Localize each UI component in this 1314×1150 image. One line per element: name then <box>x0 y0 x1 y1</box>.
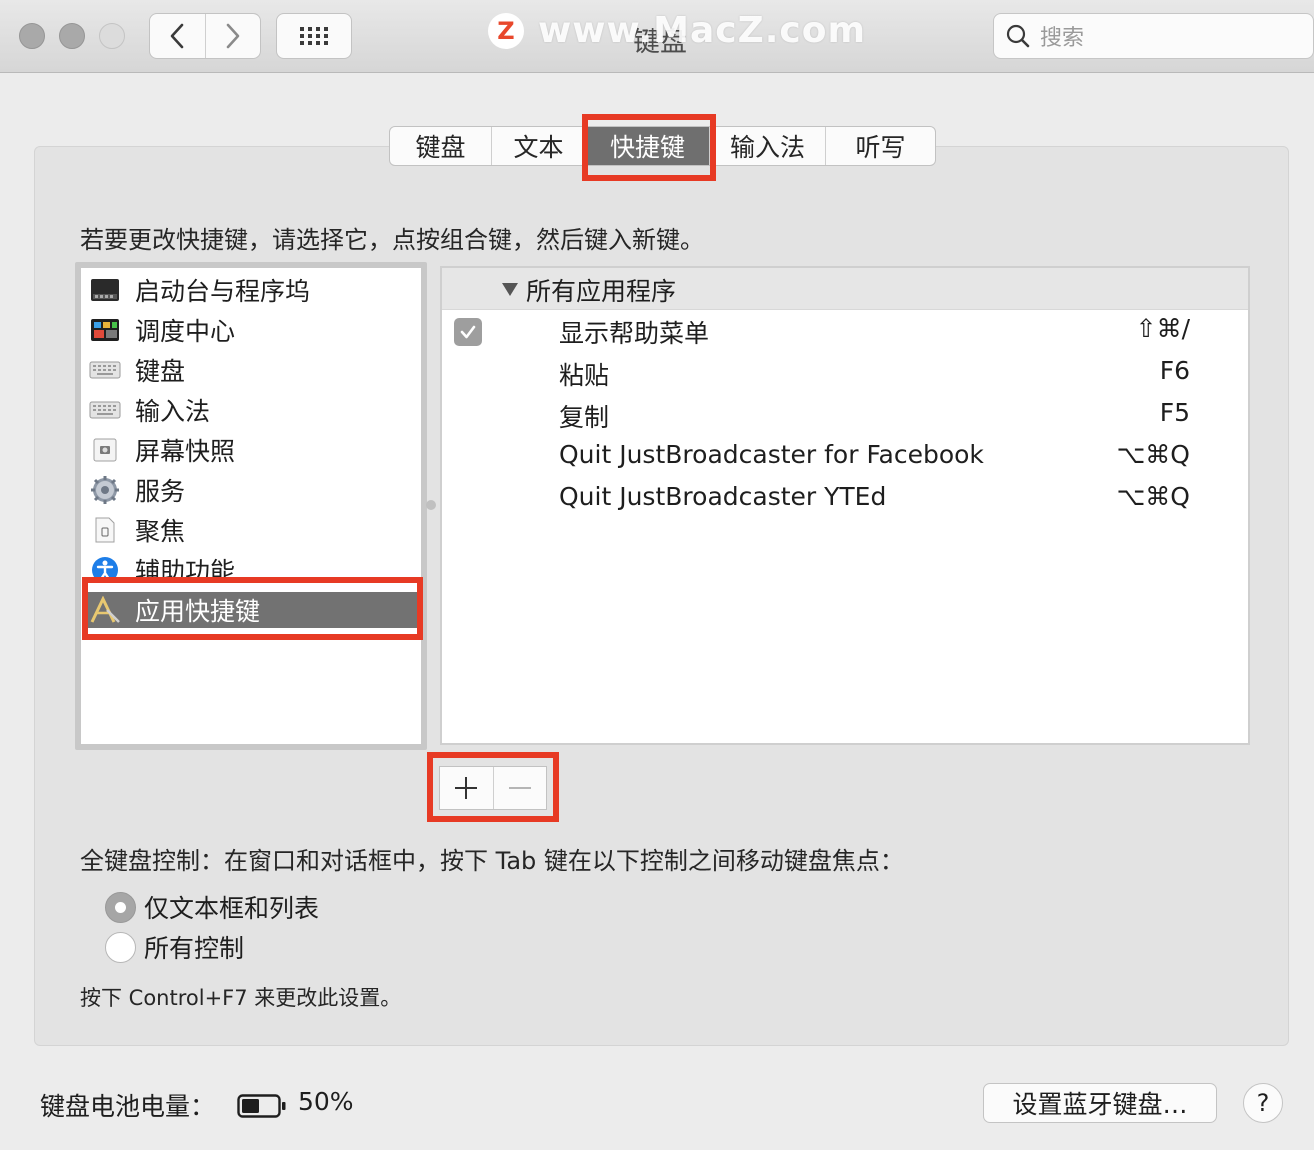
mission-control-icon <box>89 314 121 346</box>
category-highlight-box <box>82 577 423 640</box>
category-label: 服务 <box>135 477 186 506</box>
shortcut-name: Quit JustBroadcaster YTEd <box>559 482 887 511</box>
chevron-left-icon <box>170 23 184 49</box>
shortcut-key[interactable]: F5 <box>1160 398 1190 427</box>
category-label: 输入法 <box>135 397 211 426</box>
title-bar: 键盘 Z www.MacZ.com 搜索 <box>0 0 1314 73</box>
radio-button[interactable] <box>105 931 136 963</box>
disclosure-triangle-icon[interactable] <box>502 283 518 296</box>
radio-option-all-controls[interactable]: 所有控制 <box>105 929 244 965</box>
tab-highlight-box <box>582 114 716 181</box>
shortcut-key[interactable]: ⇧⌘/ <box>1136 314 1190 343</box>
shortcut-row[interactable]: Quit JustBroadcaster YTEd ⌥⌘Q <box>442 478 1248 520</box>
watermark-logo: Z <box>488 12 524 49</box>
tab-dictation[interactable]: 听写 <box>825 127 935 165</box>
search-placeholder: 搜索 <box>1040 26 1085 51</box>
show-all-button[interactable] <box>276 13 352 59</box>
keyboard-icon <box>89 394 121 426</box>
checkmark-icon <box>460 325 476 339</box>
category-label: 屏幕快照 <box>135 437 236 466</box>
setup-bluetooth-keyboard-button[interactable]: 设置蓝牙键盘… <box>983 1083 1217 1123</box>
shortcut-name: 复制 <box>559 403 610 432</box>
radio-option-text-boxes[interactable]: 仅文本框和列表 <box>105 889 319 925</box>
shortcut-row[interactable]: 显示帮助菜单 ⇧⌘/ <box>442 310 1248 352</box>
radio-label: 所有控制 <box>144 934 245 963</box>
category-item[interactable]: 屏幕快照 <box>89 432 235 468</box>
tab-input-sources[interactable]: 输入法 <box>709 127 825 165</box>
watermark-text: www.MacZ.com <box>538 10 866 51</box>
shortcut-checkbox[interactable] <box>454 318 482 346</box>
shortcut-row[interactable]: Quit JustBroadcaster for Facebook ⌥⌘Q <box>442 436 1248 478</box>
category-label: 聚焦 <box>135 517 186 546</box>
minimize-window-button[interactable] <box>59 23 85 49</box>
launchpad-dock-icon <box>89 274 121 306</box>
category-item[interactable]: 启动台与程序坞 <box>89 272 310 308</box>
shortcuts-table[interactable]: 所有应用程序 显示帮助菜单 ⇧⌘/ 粘贴 F6 复制 F5 Quit JustB… <box>440 266 1250 745</box>
category-item[interactable]: 输入法 <box>89 392 210 428</box>
shortcut-row[interactable]: 粘贴 F6 <box>442 352 1248 394</box>
tab-text[interactable]: 文本 <box>491 127 585 165</box>
radio-label: 仅文本框和列表 <box>144 894 320 923</box>
shortcut-row[interactable]: 复制 F5 <box>442 394 1248 436</box>
shortcut-key[interactable]: F6 <box>1160 356 1190 385</box>
shortcut-name: Quit JustBroadcaster for Facebook <box>559 440 984 469</box>
instruction-text: 若要更改快捷键，请选择它，点按组合键，然后键入新键。 <box>80 226 704 254</box>
back-button[interactable] <box>150 14 205 58</box>
full-keyboard-label: 全键盘控制：在窗口和对话框中，按下 Tab 键在以下控制之间移动键盘焦点： <box>80 847 904 875</box>
spotlight-icon <box>89 514 121 546</box>
forward-button[interactable] <box>204 14 261 58</box>
group-row[interactable]: 所有应用程序 <box>442 268 1248 310</box>
battery-label: 键盘电池电量： <box>40 1092 216 1121</box>
grid-icon <box>300 27 328 45</box>
screenshot-icon <box>89 434 121 466</box>
battery-icon <box>237 1093 287 1123</box>
category-item[interactable]: 调度中心 <box>89 312 235 348</box>
shortcut-key[interactable]: ⌥⌘Q <box>1117 482 1191 511</box>
chevron-right-icon <box>226 23 240 49</box>
category-item[interactable]: 键盘 <box>89 352 185 388</box>
gear-icon <box>89 474 121 506</box>
zoom-window-button[interactable] <box>99 23 125 49</box>
group-label: 所有应用程序 <box>526 277 677 306</box>
category-label: 键盘 <box>135 357 186 386</box>
radio-button-selected[interactable] <box>105 891 136 923</box>
search-icon <box>1006 24 1030 48</box>
help-button[interactable]: ? <box>1243 1083 1283 1123</box>
keyboard-icon <box>89 354 121 386</box>
category-list[interactable]: 启动台与程序坞 调度中心 键盘 输入法 屏幕快照 服务 聚焦 辅助功能 应用快捷… <box>75 262 427 750</box>
battery-value: 50% <box>298 1087 354 1116</box>
category-label: 启动台与程序坞 <box>135 277 311 306</box>
watermark: Z www.MacZ.com <box>488 10 866 51</box>
category-item[interactable]: 聚焦 <box>89 512 185 548</box>
split-view-handle[interactable] <box>426 500 436 510</box>
tab-keyboard[interactable]: 键盘 <box>390 127 491 165</box>
close-window-button[interactable] <box>19 23 45 49</box>
category-item[interactable]: 服务 <box>89 472 185 508</box>
shortcut-name: 粘贴 <box>559 361 610 390</box>
back-forward-group <box>149 13 261 59</box>
shortcut-key[interactable]: ⌥⌘Q <box>1117 440 1191 469</box>
shortcut-name: 显示帮助菜单 <box>559 319 710 348</box>
category-label: 调度中心 <box>135 317 236 346</box>
hint-text: 按下 Control+F7 来更改此设置。 <box>80 986 402 1010</box>
search-field[interactable]: 搜索 <box>993 13 1314 59</box>
add-remove-highlight-box <box>427 752 559 822</box>
